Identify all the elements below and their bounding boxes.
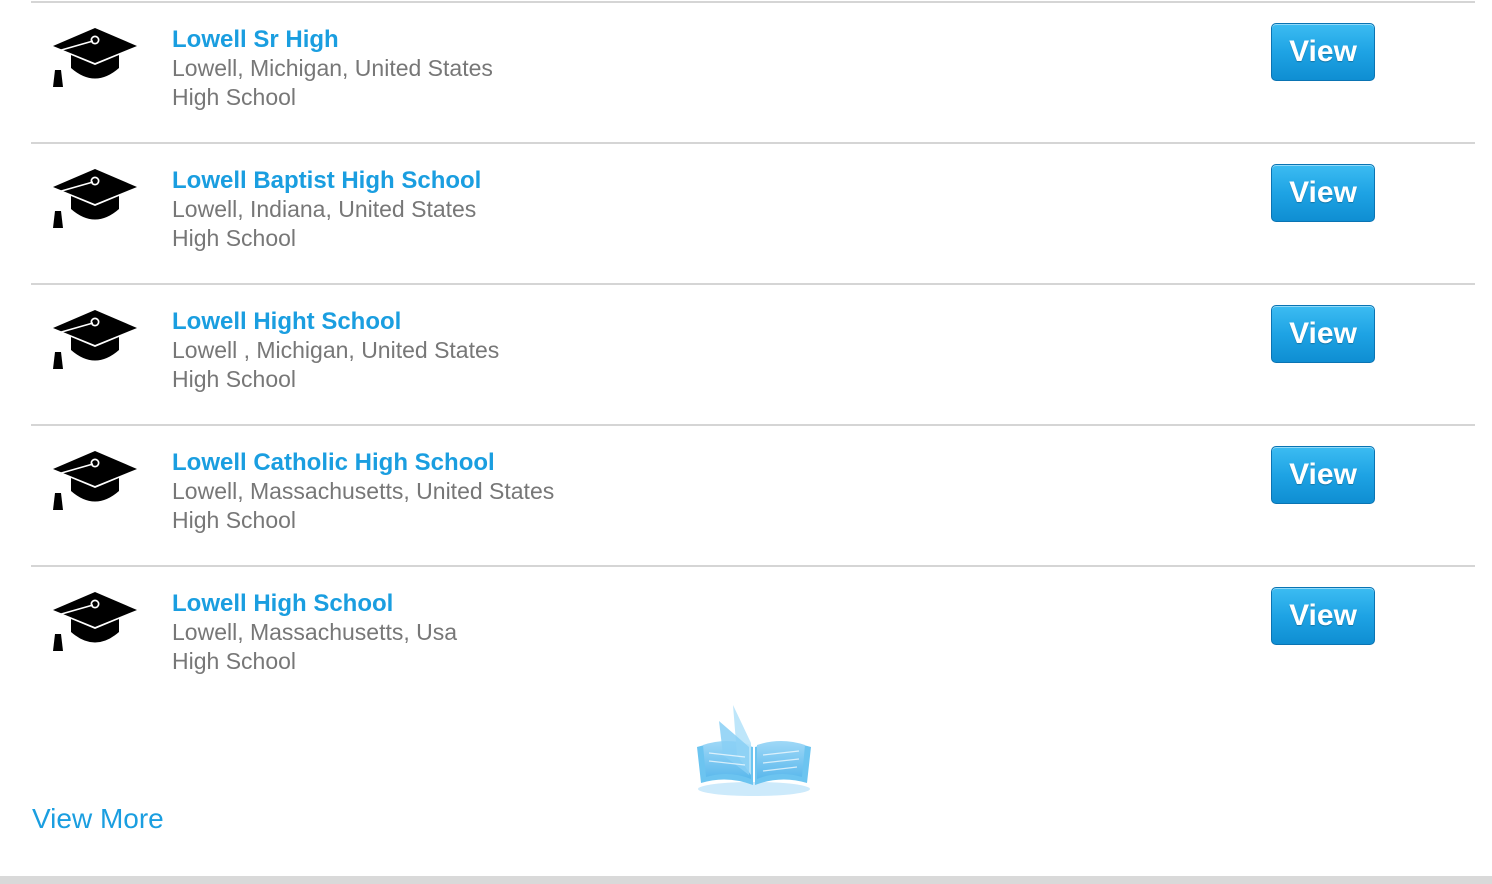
school-name-link[interactable]: Lowell Catholic High School: [172, 448, 554, 477]
view-button[interactable]: View: [1271, 164, 1375, 222]
school-location: Lowell, Massachusetts, Usa: [172, 619, 458, 645]
view-button[interactable]: View: [1271, 305, 1375, 363]
graduation-cap-icon: [53, 451, 137, 510]
school-name-link[interactable]: Lowell Hight School: [172, 307, 499, 336]
school-row: Lowell Catholic High School Lowell, Mass…: [31, 424, 1475, 565]
school-row: Lowell Sr High Lowell, Michigan, United …: [31, 1, 1475, 142]
view-button[interactable]: View: [1271, 587, 1375, 645]
school-name-link[interactable]: Lowell High School: [172, 589, 457, 618]
school-list: Lowell Sr High Lowell, Michigan, United …: [31, 1, 1475, 706]
view-button[interactable]: View: [1271, 23, 1375, 81]
graduation-cap-icon: [53, 28, 137, 87]
school-info: Lowell Baptist High School Lowell, India…: [172, 166, 481, 253]
school-name-link[interactable]: Lowell Sr High: [172, 25, 493, 54]
school-type: High School: [172, 84, 297, 110]
school-type: High School: [172, 507, 297, 533]
graduation-cap-icon: [53, 310, 137, 369]
school-location: Lowell , Michigan, United States: [172, 337, 500, 363]
view-more-link[interactable]: View More: [32, 802, 164, 836]
graduation-cap-icon: [53, 592, 137, 651]
school-location: Lowell, Michigan, United States: [172, 55, 493, 81]
school-info: Lowell Hight School Lowell , Michigan, U…: [172, 307, 499, 394]
open-book-icon: [697, 705, 811, 796]
school-info: Lowell High School Lowell, Massachusetts…: [172, 589, 457, 676]
school-location: Lowell, Massachusetts, United States: [172, 478, 555, 504]
footer-divider: [0, 876, 1492, 884]
school-location: Lowell, Indiana, United States: [172, 196, 477, 222]
graduation-cap-icon: [53, 169, 137, 228]
school-type: High School: [172, 366, 297, 392]
school-info: Lowell Catholic High School Lowell, Mass…: [172, 448, 554, 535]
school-row: Lowell Baptist High School Lowell, India…: [31, 142, 1475, 283]
school-row: Lowell High School Lowell, Massachusetts…: [31, 565, 1475, 706]
school-type: High School: [172, 648, 297, 674]
school-row: Lowell Hight School Lowell , Michigan, U…: [31, 283, 1475, 424]
view-button[interactable]: View: [1271, 446, 1375, 504]
school-info: Lowell Sr High Lowell, Michigan, United …: [172, 25, 493, 112]
school-results-page: Lowell Sr High Lowell, Michigan, United …: [0, 0, 1492, 884]
school-type: High School: [172, 225, 297, 251]
school-name-link[interactable]: Lowell Baptist High School: [172, 166, 481, 195]
